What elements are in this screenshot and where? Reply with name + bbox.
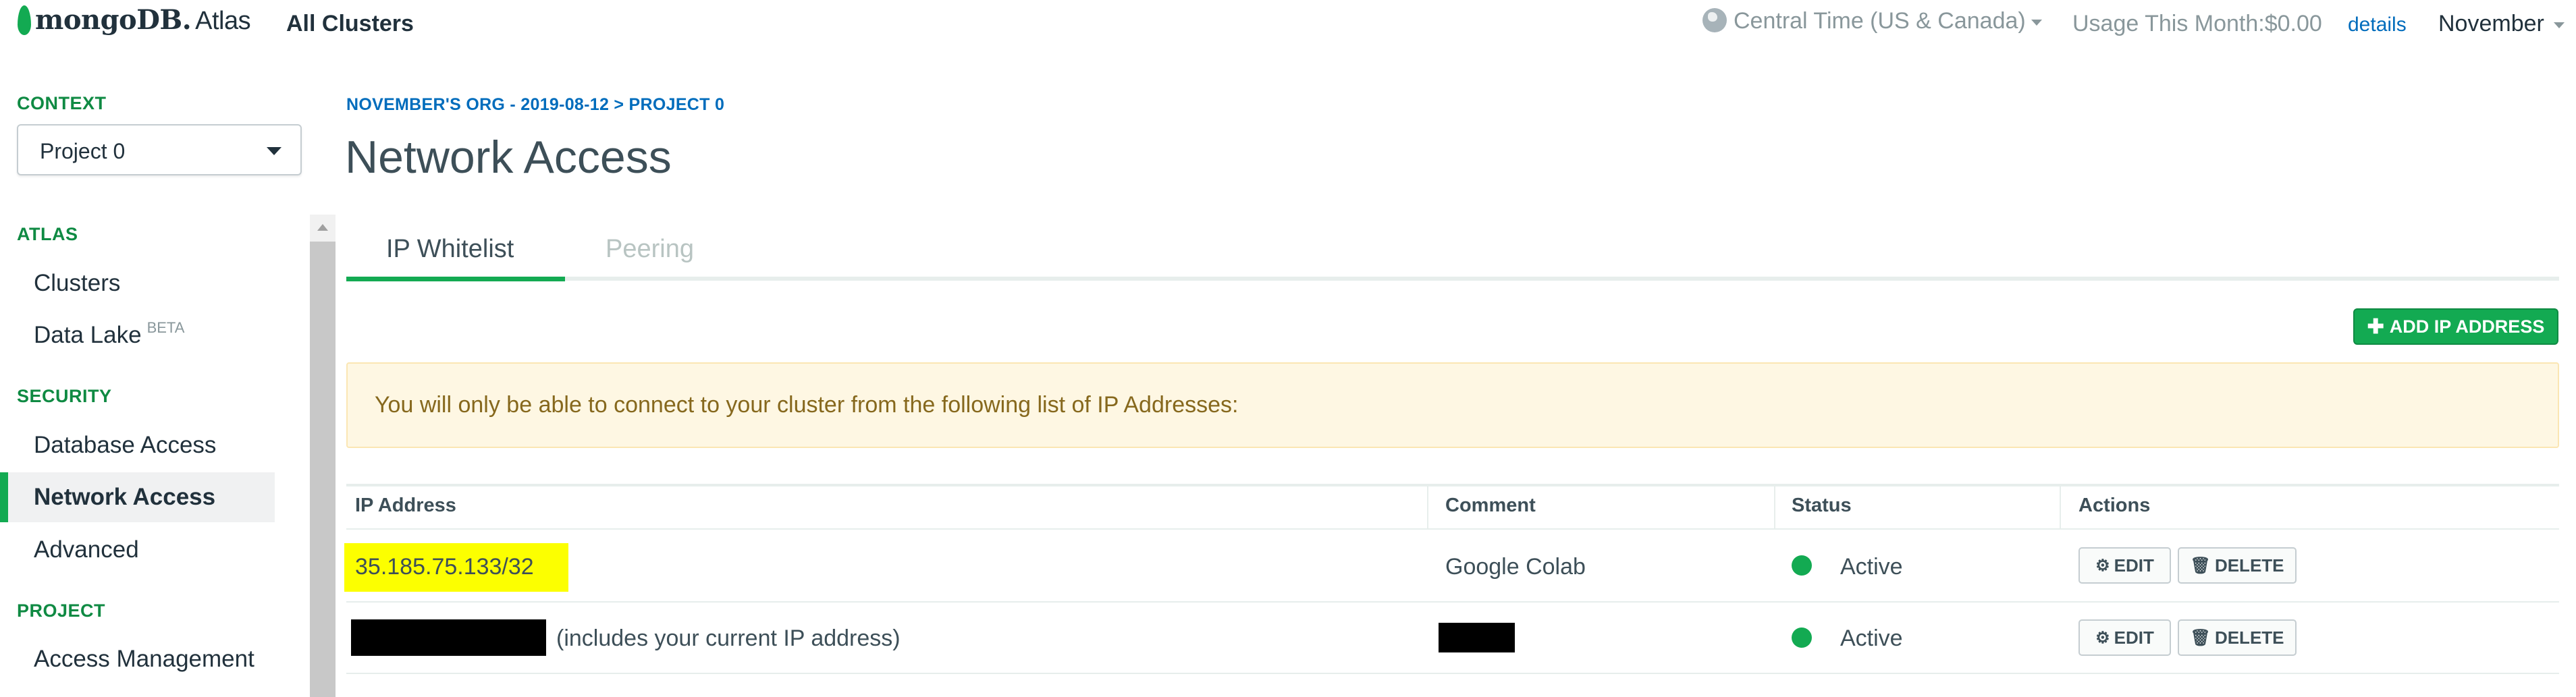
ip-whitelist-notice: You will only be able to connect to your… [346, 362, 2559, 448]
usage-text: Usage This Month:$0.00 [2072, 11, 2322, 36]
mongodb-atlas-logo[interactable]: mongoDB. Atlas [35, 4, 251, 36]
column-header-comment[interactable]: Comment [1445, 495, 1536, 517]
section-project: PROJECT [17, 601, 106, 621]
edit-button[interactable]: ⚙ EDIT [2078, 547, 2171, 584]
edit-button[interactable]: ⚙ EDIT [2078, 619, 2171, 656]
user-menu-label: November [2438, 11, 2544, 36]
add-ip-address-label: ADD IP ADDRESS [2389, 316, 2545, 337]
column-header-ip-address[interactable]: IP Address [355, 495, 456, 517]
table-row-border [346, 673, 2559, 674]
active-tab-indicator [346, 277, 565, 281]
status-active-icon [1792, 555, 1812, 576]
delete-button[interactable]: 🗑 DELETE [2178, 547, 2297, 584]
beta-badge: BETA [146, 319, 185, 336]
usage-details-link[interactable]: details [2348, 13, 2407, 36]
all-clusters-link[interactable]: All Clusters [286, 11, 414, 37]
column-divider [1774, 486, 1775, 530]
project-context-select[interactable]: Project 0 [17, 124, 302, 175]
sidebar-item-advanced[interactable]: Advanced [34, 536, 139, 563]
sidebar-item-label: Data Lake [34, 322, 142, 348]
status-active-icon [1792, 628, 1812, 648]
section-atlas: ATLAS [17, 224, 78, 244]
user-menu[interactable]: November [2438, 11, 2565, 37]
gear-icon: ⚙ [2095, 628, 2110, 647]
sidebar-active-indicator [0, 472, 8, 522]
trash-icon: 🗑 [2190, 556, 2211, 575]
timezone-selector[interactable]: Central Time (US & Canada) [1734, 8, 2042, 34]
column-header-status[interactable]: Status [1792, 495, 1852, 517]
chevron-down-icon [2031, 19, 2042, 26]
context-label: CONTEXT [17, 93, 107, 113]
status-cell: Active [1840, 625, 1903, 651]
page-title: Network Access [345, 132, 672, 183]
ip-address-cell: 35.185.75.133/32 [355, 554, 534, 580]
globe-icon [1702, 8, 1727, 32]
current-ip-note: (includes your current IP address) [556, 625, 901, 651]
sidebar-item-network-access[interactable]: Network Access [34, 484, 215, 511]
mongodb-leaf-icon [18, 5, 31, 35]
delete-button[interactable]: 🗑 DELETE [2178, 619, 2297, 656]
redacted-comment [1439, 623, 1515, 652]
gear-icon: ⚙ [2095, 556, 2110, 575]
tab-peering[interactable]: Peering [606, 235, 694, 264]
delete-label: DELETE [2214, 555, 2284, 576]
column-divider [1427, 486, 1428, 530]
sidebar-item-data-lake[interactable]: Data Lake BETA [34, 319, 185, 349]
add-ip-address-button[interactable]: ✚ ADD IP ADDRESS [2353, 308, 2558, 345]
timezone-label: Central Time (US & Canada) [1734, 8, 2026, 34]
sidebar-item-database-access[interactable]: Database Access [34, 432, 216, 459]
sidebar-scrollbar[interactable] [310, 215, 336, 697]
column-divider [2060, 486, 2061, 530]
plus-icon: ✚ [2367, 315, 2384, 338]
sidebar-item-access-management[interactable]: Access Management [34, 646, 254, 673]
delete-label: DELETE [2214, 627, 2284, 648]
scroll-up-arrow-icon [317, 224, 328, 231]
trash-icon: 🗑 [2190, 628, 2211, 647]
edit-label: EDIT [2114, 555, 2154, 576]
notice-text: You will only be able to connect to your… [375, 392, 1239, 418]
redacted-ip [351, 619, 546, 656]
table-header-border [346, 528, 2559, 530]
edit-label: EDIT [2114, 627, 2154, 648]
project-select-value: Project 0 [40, 139, 126, 163]
column-header-actions: Actions [2078, 495, 2151, 516]
section-security: SECURITY [17, 386, 112, 406]
sidebar-item-clusters[interactable]: Clusters [34, 270, 120, 297]
tabs-divider [346, 277, 2559, 281]
logo-wordmark: mongoDB. [35, 4, 192, 36]
top-bar: mongoDB. Atlas All Clusters Central Time … [0, 0, 2576, 54]
chevron-down-icon [267, 147, 281, 155]
table-top-border [346, 484, 2559, 486]
logo-product: Atlas [195, 7, 251, 35]
comment-cell: Google Colab [1445, 554, 1586, 580]
chevron-down-icon [2553, 22, 2565, 28]
breadcrumb[interactable]: NOVEMBER'S ORG - 2019-08-12 > PROJECT 0 [346, 95, 724, 115]
tab-ip-whitelist[interactable]: IP Whitelist [386, 235, 514, 264]
table-row-border [346, 601, 2559, 603]
status-cell: Active [1840, 554, 1903, 580]
